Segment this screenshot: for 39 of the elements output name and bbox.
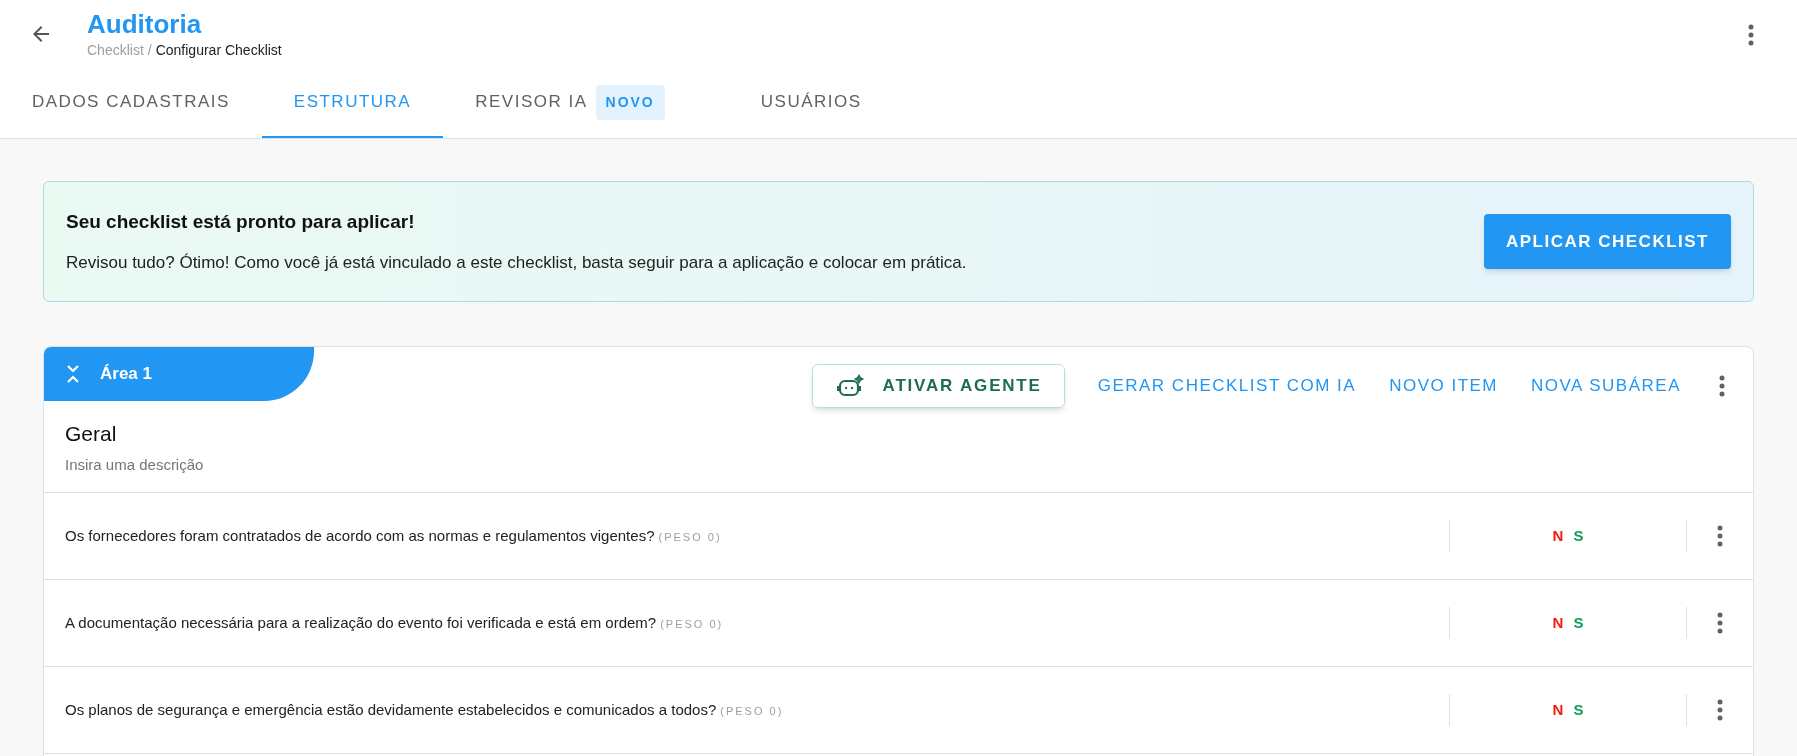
tab[interactable]: ESTRUTURA	[261, 68, 444, 138]
tab[interactable]: USUÁRIOS	[728, 68, 894, 138]
breadcrumb-item: Configurar Checklist	[155, 41, 282, 60]
answer-option[interactable]: S	[1573, 611, 1584, 635]
item-more-icon[interactable]	[1717, 612, 1723, 634]
robot-icon	[834, 374, 865, 398]
area-action-button[interactable]: NOVO ITEM	[1389, 373, 1499, 399]
more-menu-icon[interactable]	[1748, 24, 1754, 46]
question-text: A documentação necessária para a realização do evento foi verificada e está em ordem?	[65, 612, 657, 633]
area-action-button[interactable]: GERAR CHECKLIST COM IA	[1097, 373, 1357, 399]
area-action-button[interactable]: NOVA SUBÁREA	[1531, 373, 1681, 399]
answer-option[interactable]: S	[1573, 698, 1584, 722]
tab[interactable]: DADOS CADASTRAIS	[0, 68, 262, 138]
answer-option[interactable]: N	[1552, 611, 1564, 635]
item-more-icon[interactable]	[1717, 699, 1723, 721]
collapse-icon[interactable]	[66, 364, 80, 384]
question-text: Os fornecedores foram contratados de acordo com as normas e regulamentos vigentes?	[65, 525, 655, 546]
breadcrumb-item[interactable]: Checklist	[87, 40, 144, 60]
banner-text: Revisou tudo? Ótimo! Como você já está vinculado a este checklist, basta seguir para a aplicação e colocar em prática.	[66, 252, 968, 274]
area-label: Área 1	[100, 363, 152, 386]
question-text: Os planos de segurança e emergência estão devidamente estabelecidos e comunicados a todos?	[65, 699, 717, 720]
new-badge: NOVO	[595, 84, 665, 120]
weight-label: (PESO 0)	[658, 529, 722, 545]
weight-label: (PESO 0)	[720, 703, 784, 719]
page-title: Auditoria	[87, 8, 203, 40]
apply-checklist-button[interactable]: APLICAR CHECKLIST	[1483, 214, 1731, 269]
answer-option[interactable]: S	[1573, 524, 1584, 548]
answer-option[interactable]: N	[1552, 698, 1564, 722]
tab[interactable]: REVISOR IA NOVO	[443, 68, 697, 138]
area-more-icon[interactable]	[1719, 375, 1725, 397]
section-name: Geral	[65, 421, 118, 447]
activate-agent-button[interactable]: ATIVAR AGENTE	[811, 364, 1065, 408]
answer-option[interactable]: N	[1552, 524, 1564, 548]
area-tab[interactable]: Área 1	[44, 347, 314, 401]
weight-label: (PESO 0)	[660, 616, 724, 632]
item-more-icon[interactable]	[1717, 525, 1723, 547]
banner-title: Seu checklist está pronto para aplicar!	[66, 209, 416, 234]
breadcrumb-separator: /	[147, 41, 152, 60]
section-description: Insira uma descrição	[65, 454, 205, 475]
